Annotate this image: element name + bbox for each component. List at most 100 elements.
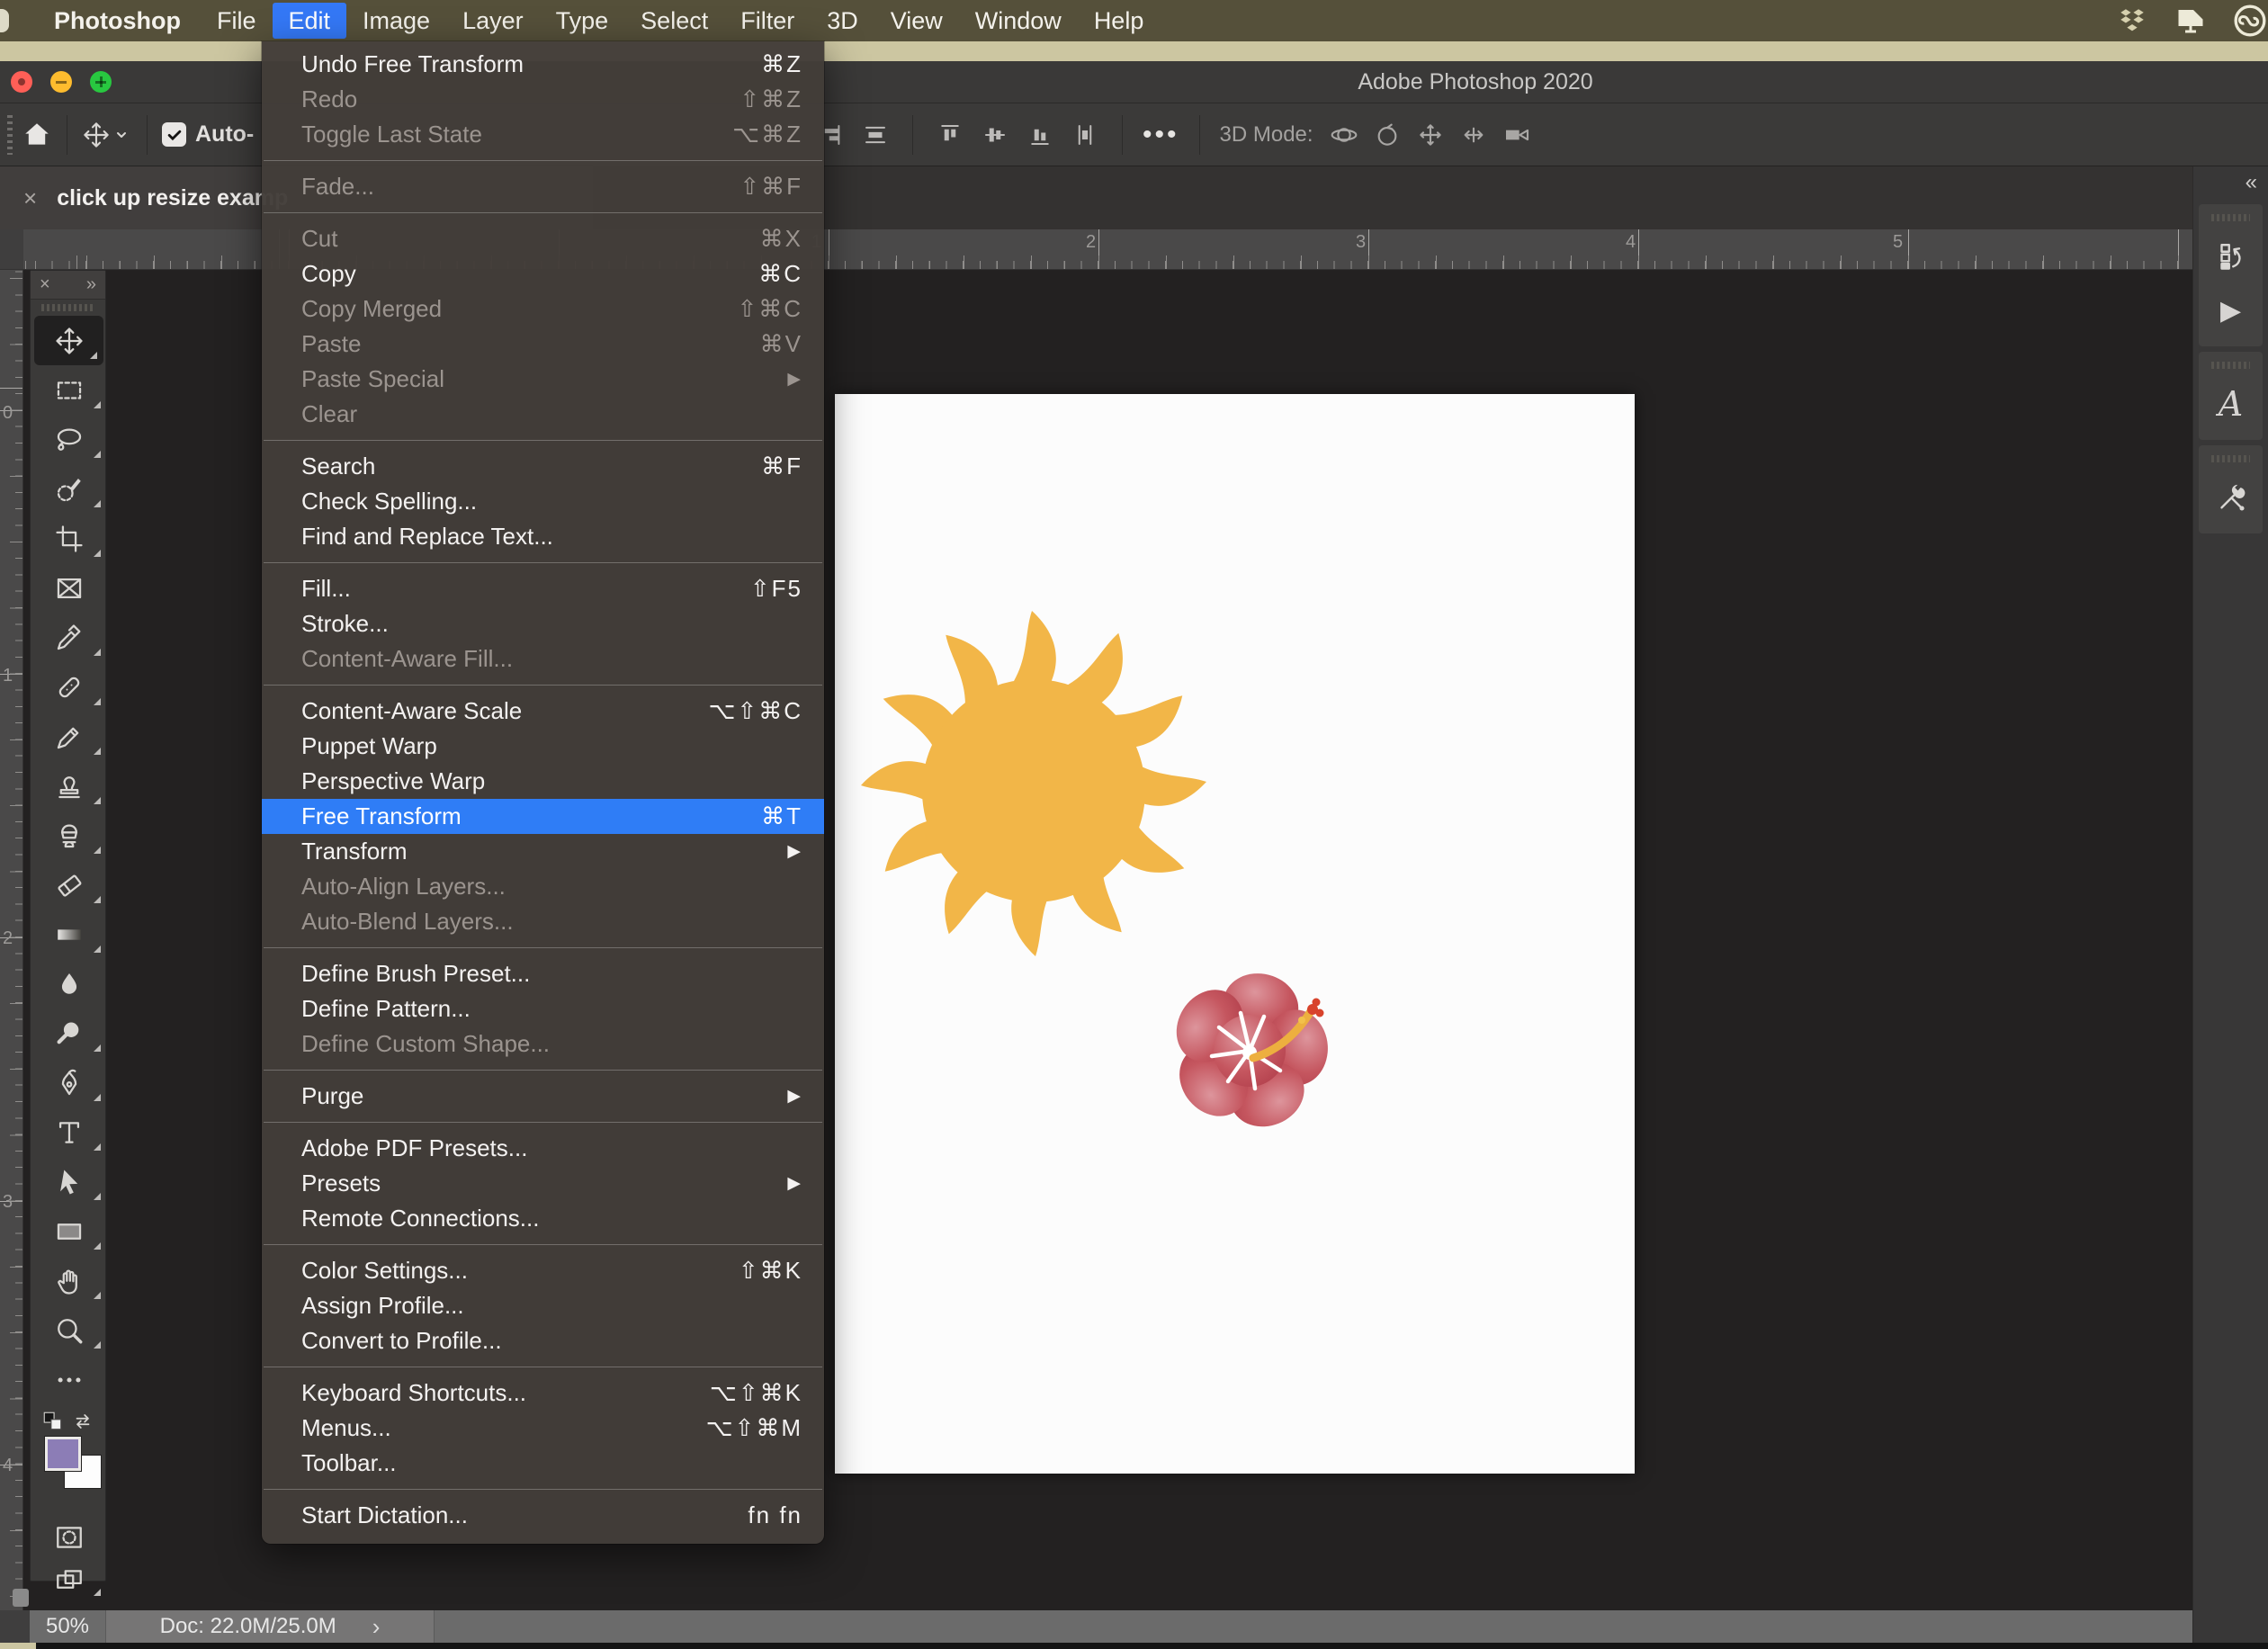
align-middle-icon[interactable] xyxy=(982,121,1008,148)
pen-tool[interactable] xyxy=(31,1058,107,1107)
menubar-item-layer[interactable]: Layer xyxy=(446,3,540,39)
tool-presets-panel-icon[interactable] xyxy=(2199,471,2263,524)
history-brush-tool[interactable] xyxy=(31,811,107,860)
glyphs-panel-icon[interactable]: A xyxy=(2199,377,2263,431)
menu-item-perspective-warp[interactable]: Perspective Warp xyxy=(262,764,824,799)
roll-3d-icon[interactable] xyxy=(1373,121,1402,149)
dropbox-icon[interactable] xyxy=(2115,5,2149,36)
screen-sharing-icon[interactable] xyxy=(2173,4,2209,37)
type-tool[interactable] xyxy=(31,1107,107,1157)
creative-cloud-icon[interactable] xyxy=(2232,3,2268,39)
brush-tool[interactable] xyxy=(31,712,107,761)
quick-selection-tool[interactable] xyxy=(31,464,107,514)
menu-item-stroke[interactable]: Stroke... xyxy=(262,606,824,641)
menubar-item-photoshop[interactable]: Photoshop xyxy=(34,3,201,39)
scrollbar-thumb[interactable] xyxy=(13,1589,29,1607)
options-bar-grip[interactable] xyxy=(7,115,13,155)
menu-item-fill[interactable]: Fill...⇧F5 xyxy=(262,571,824,606)
rectangular-marquee-tool[interactable] xyxy=(31,365,107,415)
menu-item-define-brush-preset[interactable]: Define Brush Preset... xyxy=(262,956,824,991)
menu-item-content-aware-scale[interactable]: Content-Aware Scale⌥⇧⌘C xyxy=(262,694,824,729)
auto-select-checkbox[interactable] xyxy=(162,122,186,147)
eyedropper-tool[interactable] xyxy=(31,613,107,662)
default-colors-icon[interactable] xyxy=(41,1410,65,1433)
menubar-item-file[interactable]: File xyxy=(201,3,273,39)
menubar-item-image[interactable]: Image xyxy=(346,3,446,39)
quick-mask-button[interactable] xyxy=(31,1516,107,1559)
minimize-window-button[interactable] xyxy=(50,71,72,93)
home-button[interactable] xyxy=(22,120,52,150)
lasso-tool[interactable] xyxy=(31,415,107,464)
align-bottom-icon[interactable] xyxy=(1026,121,1053,148)
menubar-item-edit[interactable]: Edit xyxy=(273,3,347,39)
document-size-status[interactable]: Doc: 22.0M/25.0M › xyxy=(106,1610,435,1643)
menubar-item-window[interactable]: Window xyxy=(959,3,1078,39)
tools-panel-close-icon[interactable]: × xyxy=(40,274,50,295)
align-center-h-icon[interactable] xyxy=(862,121,889,148)
frame-tool[interactable] xyxy=(31,563,107,613)
zoom-window-button[interactable] xyxy=(90,71,112,93)
menubar-item-type[interactable]: Type xyxy=(540,3,625,39)
orbit-3d-icon[interactable] xyxy=(1330,121,1358,149)
menubar-item-help[interactable]: Help xyxy=(1078,3,1161,39)
tools-panel-grip[interactable] xyxy=(41,301,94,314)
menu-item-color-settings[interactable]: Color Settings...⇧⌘K xyxy=(262,1253,824,1288)
move-tool-preset-icon[interactable] xyxy=(82,121,132,149)
gradient-tool[interactable] xyxy=(31,910,107,959)
menu-item-check-spelling[interactable]: Check Spelling... xyxy=(262,484,824,519)
crop-tool[interactable] xyxy=(31,514,107,563)
history-panel-icon[interactable] xyxy=(2199,229,2263,283)
menubar-item-3d[interactable]: 3D xyxy=(811,3,874,39)
distribute-v-icon[interactable] xyxy=(1071,121,1098,148)
foreground-color-swatch[interactable] xyxy=(45,1437,81,1471)
actions-panel-icon[interactable]: ▶ xyxy=(2199,283,2263,337)
spot-healing-tool[interactable] xyxy=(31,662,107,712)
menubar-item-filter[interactable]: Filter xyxy=(724,3,811,39)
pan-3d-icon[interactable] xyxy=(1416,121,1445,149)
menu-item-purge[interactable]: Purge▶ xyxy=(262,1079,824,1114)
menu-item-assign-profile[interactable]: Assign Profile... xyxy=(262,1288,824,1323)
move-tool[interactable] xyxy=(34,316,103,365)
menu-item-convert-to-profile[interactable]: Convert to Profile... xyxy=(262,1323,824,1358)
dock-group-grip[interactable] xyxy=(2211,211,2250,224)
menu-item-free-transform[interactable]: Free Transform⌘T xyxy=(262,799,824,834)
edit-toolbar-button[interactable] xyxy=(31,1355,107,1404)
rectangle-tool[interactable] xyxy=(31,1206,107,1256)
menu-item-keyboard-shortcuts[interactable]: Keyboard Shortcuts...⌥⇧⌘K xyxy=(262,1376,824,1411)
menu-item-undo-free-transform[interactable]: Undo Free Transform⌘Z xyxy=(262,47,824,82)
menu-item-find-replace[interactable]: Find and Replace Text... xyxy=(262,519,824,554)
blur-tool[interactable] xyxy=(31,959,107,1008)
menu-item-remote-connections[interactable]: Remote Connections... xyxy=(262,1201,824,1236)
path-selection-tool[interactable] xyxy=(31,1157,107,1206)
menu-item-puppet-warp[interactable]: Puppet Warp xyxy=(262,729,824,764)
more-align-options-button[interactable]: ••• xyxy=(1143,120,1179,150)
apple-menu-icon[interactable] xyxy=(0,9,9,32)
menu-item-define-pattern[interactable]: Define Pattern... xyxy=(262,991,824,1026)
hand-tool[interactable] xyxy=(31,1256,107,1305)
dock-group-grip[interactable] xyxy=(2211,359,2250,372)
collapse-panels-button[interactable]: « xyxy=(2193,166,2268,199)
close-document-icon[interactable]: × xyxy=(0,184,57,212)
menubar-item-view[interactable]: View xyxy=(874,3,959,39)
eraser-tool[interactable] xyxy=(31,860,107,910)
slide-3d-icon[interactable] xyxy=(1459,121,1488,149)
menu-item-copy[interactable]: Copy⌘C xyxy=(262,256,824,291)
menu-item-adobe-pdf-presets[interactable]: Adobe PDF Presets... xyxy=(262,1131,824,1166)
align-top-icon[interactable] xyxy=(937,121,964,148)
menu-item-transform[interactable]: Transform▶ xyxy=(262,834,824,869)
menu-item-start-dictation[interactable]: Start Dictation...fn fn xyxy=(262,1498,824,1533)
status-chevron-icon[interactable]: › xyxy=(372,1613,381,1641)
menu-item-search[interactable]: Search⌘F xyxy=(262,449,824,484)
vertical-ruler[interactable]: 01234 xyxy=(0,270,23,1610)
clone-stamp-tool[interactable] xyxy=(31,761,107,811)
zoom-tool[interactable] xyxy=(31,1305,107,1355)
screen-mode-button[interactable] xyxy=(31,1559,107,1602)
menu-item-menus[interactable]: Menus...⌥⇧⌘M xyxy=(262,1411,824,1446)
menu-item-presets[interactable]: Presets▶ xyxy=(262,1166,824,1201)
camera-3d-icon[interactable] xyxy=(1502,121,1531,149)
swap-colors-icon[interactable] xyxy=(71,1410,94,1433)
dodge-tool[interactable] xyxy=(31,1008,107,1058)
menu-item-toolbar[interactable]: Toolbar... xyxy=(262,1446,824,1481)
menubar-item-select[interactable]: Select xyxy=(624,3,724,39)
zoom-level-field[interactable]: 50% xyxy=(30,1610,106,1643)
